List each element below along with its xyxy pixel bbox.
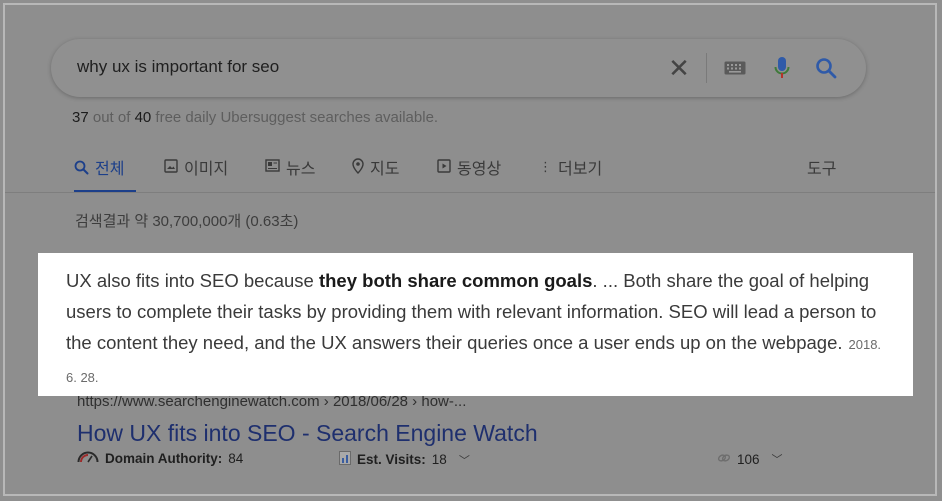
domain-authority-value: 84 (228, 451, 244, 466)
est-visits[interactable]: Est. Visits: 18 ﹀ (339, 451, 470, 468)
tab-maps[interactable]: 지도 (352, 155, 399, 179)
chevron-down-icon[interactable]: ﹀ (772, 451, 783, 467)
est-visits-value: 18 (431, 452, 447, 467)
news-icon (265, 159, 280, 175)
featured-snippet: UX also fits into SEO because they both … (38, 253, 913, 396)
result-title-link[interactable]: How UX fits into SEO - Search Engine Wat… (77, 420, 538, 447)
keyboard-icon[interactable] (721, 55, 749, 81)
quota-total: 40 (134, 109, 152, 126)
quota-out-of: out of (92, 109, 131, 126)
domain-authority-label: Domain Authority: (105, 451, 223, 466)
tab-label: 이미지 (184, 161, 229, 178)
tab-videos[interactable]: 동영상 (437, 155, 501, 179)
tab-label: 전체 (95, 161, 125, 178)
snippet-text-start: UX also fits into SEO because (66, 270, 319, 291)
ubersuggest-quota: 37 out of 40 free daily Ubersuggest sear… (72, 109, 438, 126)
screenshot-frame: why ux is important for seo ✕ 37 out of … (3, 3, 937, 496)
search-bar[interactable]: why ux is important for seo ✕ (51, 39, 866, 97)
tab-news[interactable]: 뉴스 (265, 155, 315, 179)
backlinks[interactable]: 106 ﹀ (717, 451, 783, 467)
est-visits-label: Est. Visits: (357, 452, 426, 467)
visits-icon (339, 451, 351, 468)
search-icon (74, 160, 89, 174)
seo-metrics-row: Domain Authority: 84 Est. Visits: 18 ﹀ 1… (77, 451, 837, 471)
more-vert-icon: ⋮ (539, 159, 552, 174)
quota-used: 37 (72, 109, 89, 126)
tab-images[interactable]: 이미지 (164, 155, 228, 179)
chevron-down-icon[interactable]: ﹀ (459, 452, 470, 468)
tab-label: 뉴스 (286, 161, 316, 178)
image-icon (164, 158, 178, 176)
close-icon[interactable]: ✕ (666, 55, 692, 81)
snippet-bold-text: they both share common goals (318, 270, 593, 291)
tab-more[interactable]: ⋮ 더보기 (539, 155, 602, 179)
dimmed-serp: why ux is important for seo ✕ 37 out of … (5, 5, 935, 494)
tabs-divider (5, 192, 935, 193)
tab-all[interactable]: 전체 (74, 155, 124, 179)
map-pin-icon (352, 157, 364, 177)
search-divider (706, 53, 707, 83)
backlinks-value: 106 (737, 451, 760, 467)
tab-label: 동영상 (457, 161, 502, 178)
domain-authority: Domain Authority: 84 (77, 451, 243, 466)
quota-suffix: free daily Ubersuggest searches availabl… (155, 109, 439, 126)
tab-label: 지도 (370, 161, 400, 178)
mic-icon[interactable] (769, 55, 795, 81)
video-icon (437, 158, 451, 176)
result-stats: 검색결과 약 30,700,000개 (0.63초) (75, 213, 299, 230)
tab-label: 더보기 (558, 161, 603, 178)
search-input[interactable]: why ux is important for seo (77, 57, 279, 77)
gauge-icon (77, 451, 99, 466)
search-tabs: 전체 이미지 뉴스 지도 동영상 ⋮ 더보기 도구 (72, 155, 842, 193)
link-icon (717, 452, 731, 467)
search-icon[interactable] (813, 55, 839, 81)
tab-tools[interactable]: 도구 (807, 155, 836, 179)
tab-label: 도구 (807, 161, 837, 178)
